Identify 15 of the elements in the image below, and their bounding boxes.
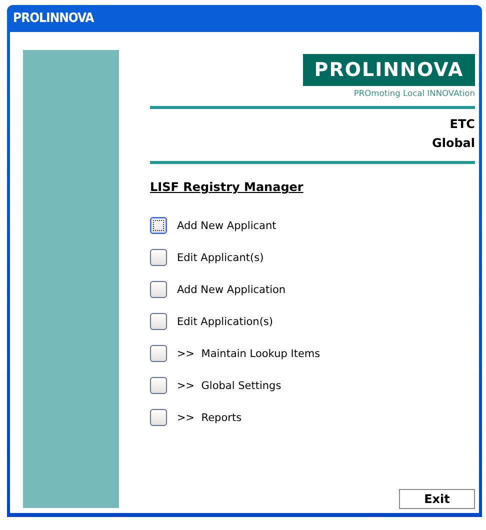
menu-label: Edit Applicant(s) — [177, 252, 264, 264]
menu-label: Add New Applicant — [177, 220, 276, 232]
context-label: ETC — [448, 116, 475, 133]
menu-label: >> Maintain Lookup Items — [177, 348, 320, 360]
context-label: Global — [432, 135, 475, 152]
menu-label: >> Reports — [177, 412, 242, 424]
section-heading: LISF Registry Manager — [150, 180, 304, 194]
menu-label: Edit Application(s) — [177, 316, 274, 328]
menu-label: >> Global Settings — [177, 380, 282, 392]
exit-button[interactable]: Exit — [399, 489, 475, 509]
window-title: PROLINNOVA — [12, 10, 95, 28]
logo-tagline: PROmoting Local INNOVAtion — [354, 88, 475, 98]
menu-button[interactable] — [150, 217, 167, 234]
menu-label: Add New Application — [177, 284, 286, 296]
logo: PROLINNOVA — [303, 54, 475, 86]
